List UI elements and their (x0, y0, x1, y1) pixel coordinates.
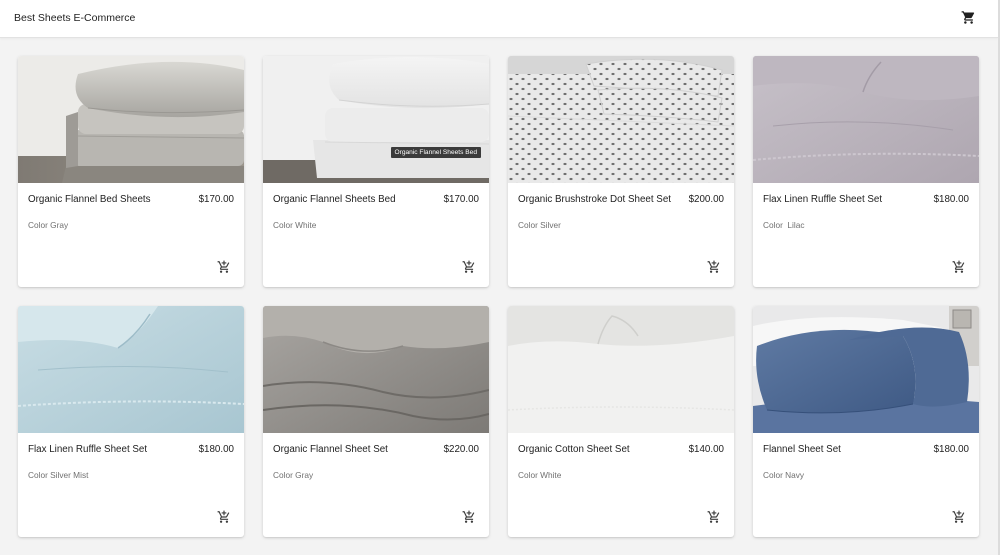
product-price: $170.00 (443, 194, 479, 205)
product-card[interactable]: Organic Cotton Sheet Set $140.00 Color W… (508, 306, 734, 537)
product-price: $180.00 (933, 194, 969, 205)
product-image[interactable] (263, 56, 489, 183)
product-price: $220.00 (443, 444, 479, 455)
add-shopping-cart-icon[interactable] (217, 260, 231, 274)
app-title: Best Sheets E-Commerce (14, 12, 136, 24)
product-image[interactable] (753, 306, 979, 433)
product-card[interactable]: Flax Linen Ruffle Sheet Set $180.00 Colo… (18, 306, 244, 537)
add-shopping-cart-icon[interactable] (952, 260, 966, 274)
product-color: Color Silver Mist (28, 470, 89, 480)
add-shopping-cart-icon[interactable] (707, 510, 721, 524)
product-name[interactable]: Organic Flannel Sheet Set (273, 444, 388, 455)
product-card[interactable]: Organic Flannel Bed Sheets $170.00 Color… (18, 56, 244, 287)
product-image[interactable] (508, 56, 734, 183)
product-card[interactable]: Organic Flannel Sheets Bed Organic Flann… (263, 56, 489, 287)
product-name[interactable]: Organic Brushstroke Dot Sheet Set (518, 194, 671, 205)
product-name[interactable]: Flax Linen Ruffle Sheet Set (28, 444, 147, 455)
product-price: $200.00 (688, 194, 724, 205)
product-color: Color Gray (273, 470, 314, 480)
product-color: Color Lilac (763, 220, 805, 230)
add-shopping-cart-icon[interactable] (707, 260, 721, 274)
product-name[interactable]: Organic Cotton Sheet Set (518, 444, 630, 455)
app-header: Best Sheets E-Commerce (0, 0, 998, 38)
product-color: Color White (273, 220, 317, 230)
product-image[interactable] (18, 306, 244, 433)
product-card[interactable]: Flannel Sheet Set $180.00 Color Navy (753, 306, 979, 537)
product-grid: Organic Flannel Bed Sheets $170.00 Color… (18, 56, 979, 537)
image-caption: Organic Flannel Sheets Bed (390, 147, 481, 158)
product-color: Color Navy (763, 470, 805, 480)
product-color: Color Gray (28, 220, 69, 230)
product-price: $170.00 (198, 194, 234, 205)
product-card[interactable]: Organic Flannel Sheet Set $220.00 Color … (263, 306, 489, 537)
product-name[interactable]: Organic Flannel Sheets Bed (273, 194, 396, 205)
product-image[interactable] (18, 56, 244, 183)
shopping-cart-icon[interactable] (961, 10, 976, 25)
product-color: Color White (518, 470, 562, 480)
product-image[interactable] (753, 56, 979, 183)
product-price: $140.00 (688, 444, 724, 455)
product-color: Color Silver (518, 220, 561, 230)
add-shopping-cart-icon[interactable] (462, 510, 476, 524)
product-name[interactable]: Flax Linen Ruffle Sheet Set (763, 194, 882, 205)
product-price: $180.00 (198, 444, 234, 455)
add-shopping-cart-icon[interactable] (462, 260, 476, 274)
add-shopping-cart-icon[interactable] (952, 510, 966, 524)
product-image[interactable] (263, 306, 489, 433)
product-name[interactable]: Organic Flannel Bed Sheets (28, 194, 151, 205)
product-card[interactable]: Flax Linen Ruffle Sheet Set $180.00 Colo… (753, 56, 979, 287)
product-card[interactable]: Organic Brushstroke Dot Sheet Set $200.0… (508, 56, 734, 287)
add-shopping-cart-icon[interactable] (217, 510, 231, 524)
product-price: $180.00 (933, 444, 969, 455)
product-image[interactable] (508, 306, 734, 433)
product-name[interactable]: Flannel Sheet Set (763, 444, 841, 455)
